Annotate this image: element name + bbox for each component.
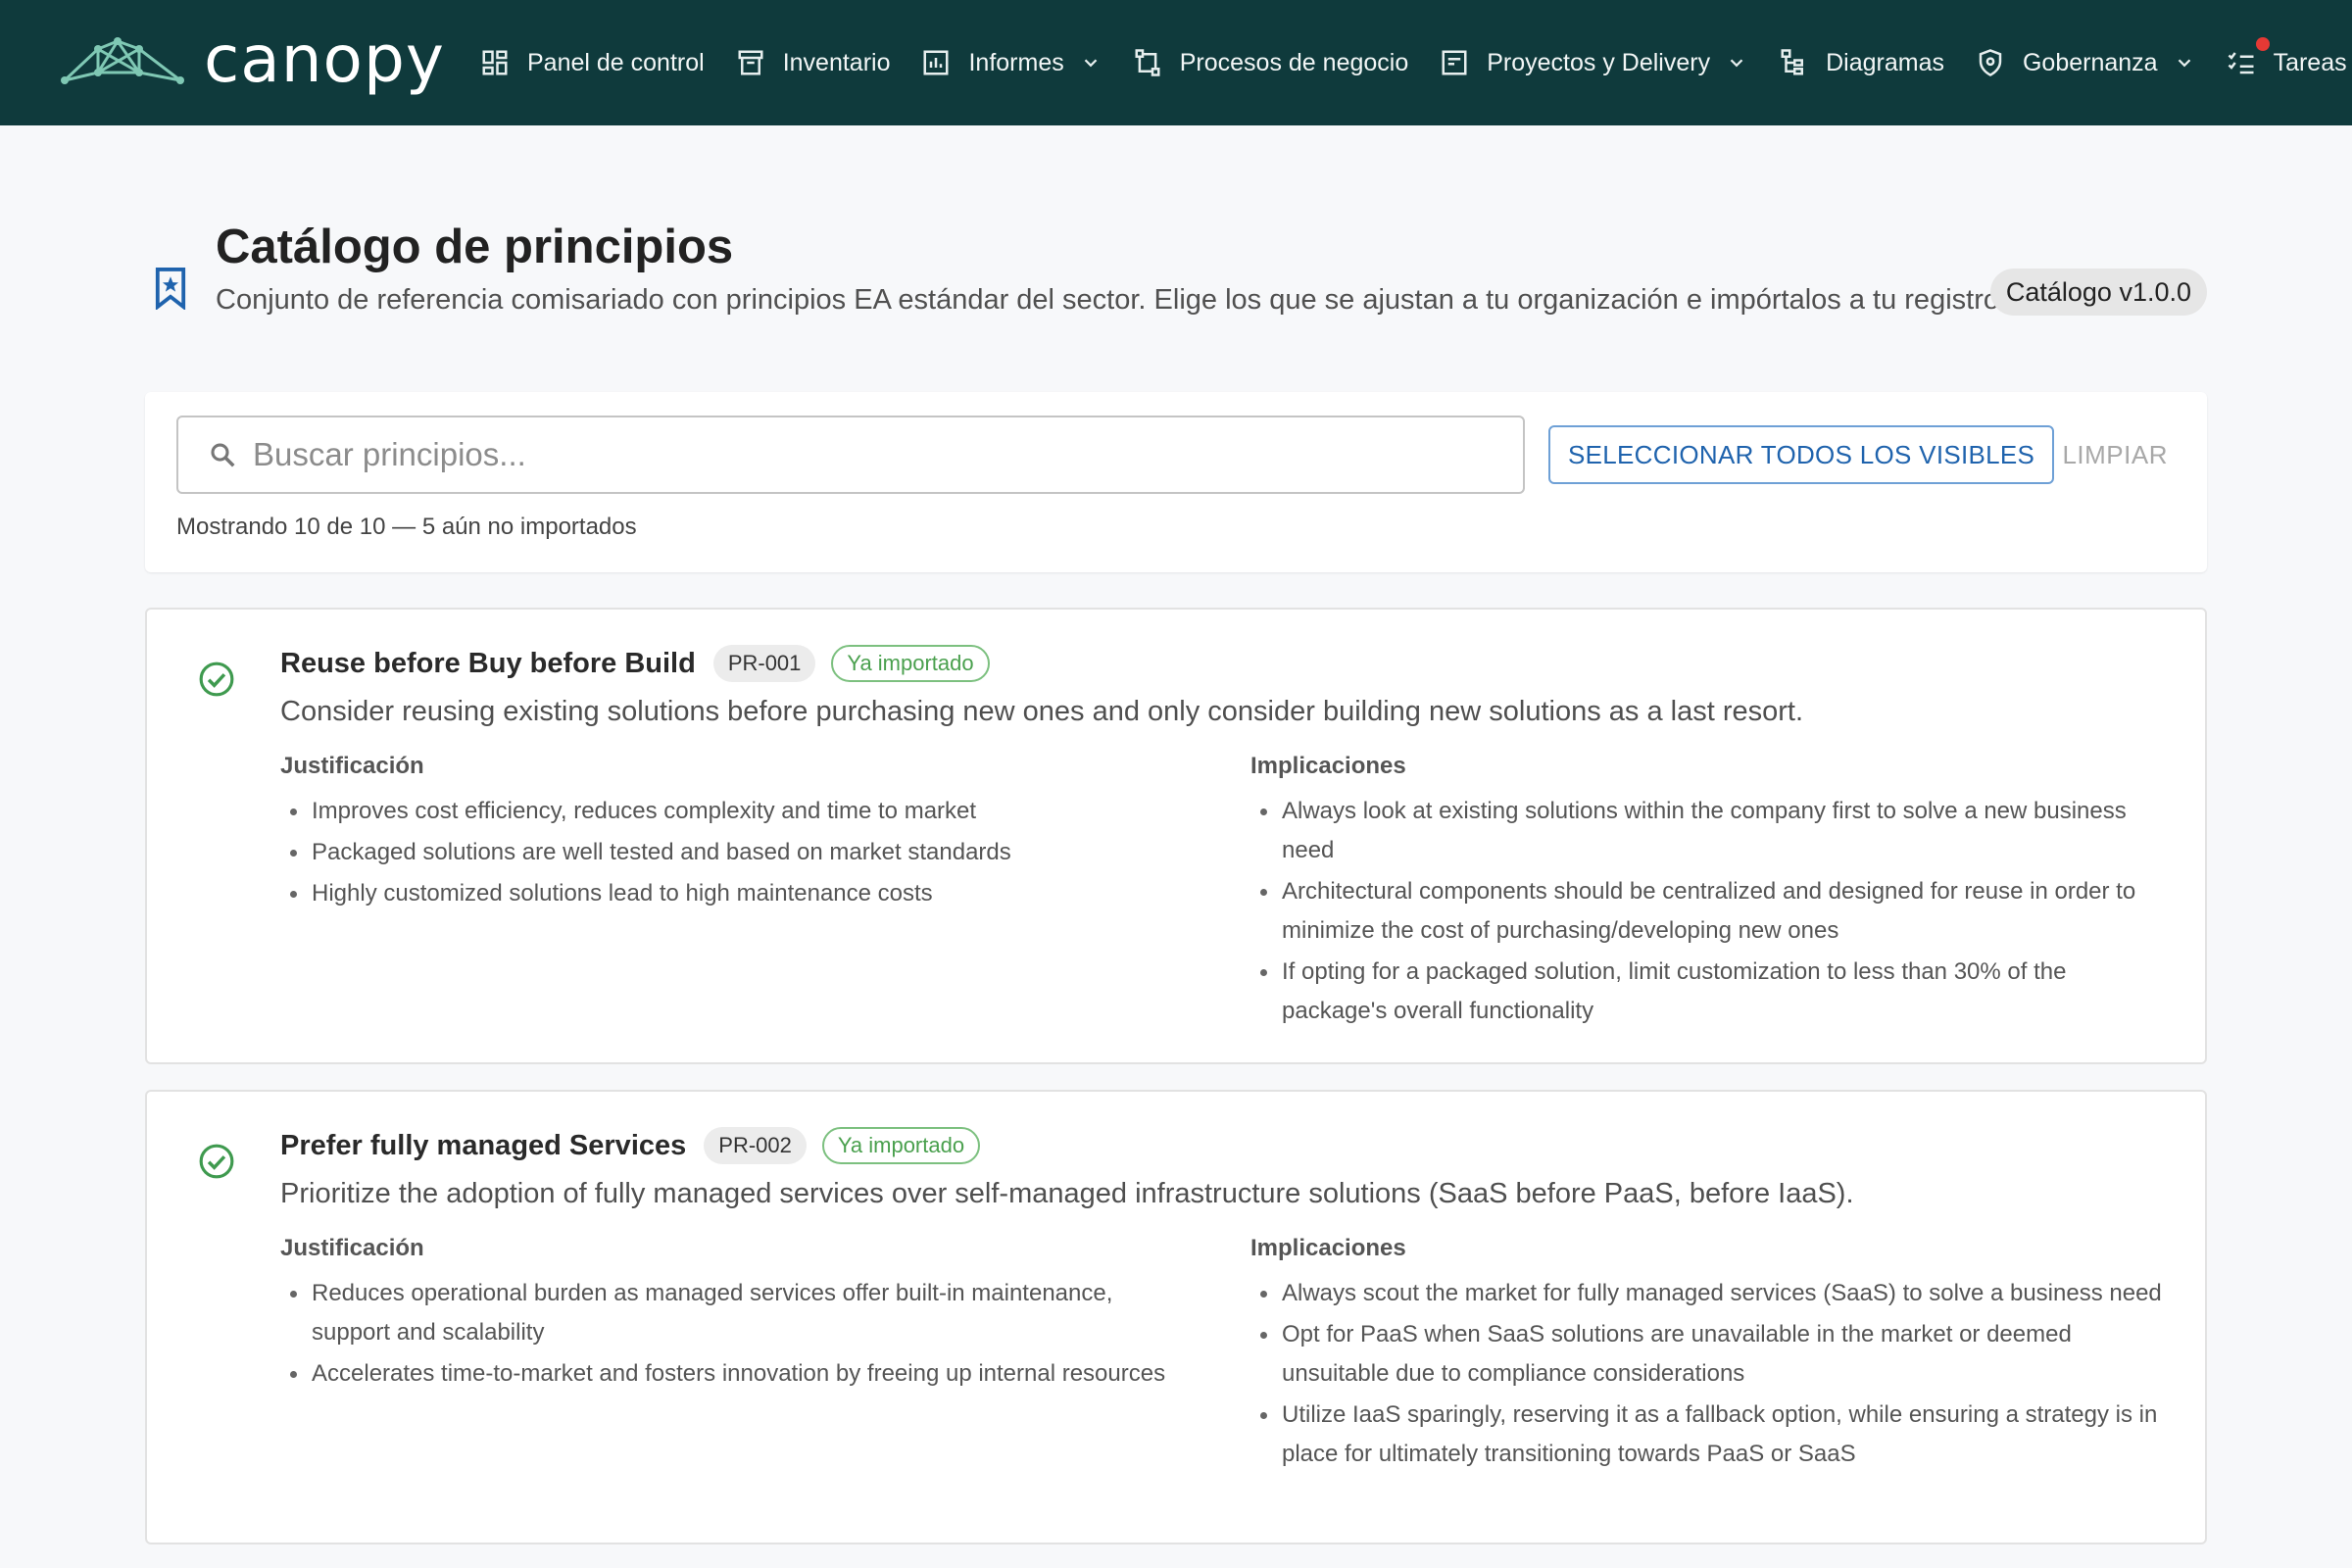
chevron-down-icon xyxy=(2178,59,2190,68)
implications-list: Always look at existing solutions within… xyxy=(1250,792,2172,1031)
principle-card[interactable]: Prefer fully managed Services PR-002 Ya … xyxy=(145,1090,2207,1544)
principle-description: Consider reusing existing solutions befo… xyxy=(280,696,1804,727)
principle-title: Prefer fully managed Services xyxy=(280,1129,687,1161)
bar-chart-icon xyxy=(923,50,949,75)
results-count: Mostrando 10 de 10 — 5 aún no importados xyxy=(176,514,637,540)
implications-list: Always scout the market for fully manage… xyxy=(1250,1274,2172,1474)
main-nav: Panel de control Inventario Informes Pro… xyxy=(480,0,2352,125)
justification-label: Justificación xyxy=(280,1235,424,1261)
justification-section: Justificación Reduces operational burden… xyxy=(280,1235,1192,1396)
canopy-logo-icon xyxy=(61,37,184,84)
nav-item-diagrams[interactable]: Diagramas xyxy=(1779,33,1944,92)
nav-label: Informes xyxy=(968,48,1064,76)
notification-dot xyxy=(2255,37,2270,51)
principle-header: Prefer fully managed Services PR-002 Ya … xyxy=(280,1127,981,1164)
list-item: Accelerates time-to-market and fosters i… xyxy=(280,1354,1192,1394)
search-icon xyxy=(211,443,235,467)
list-item: Always look at existing solutions within… xyxy=(1250,792,2172,870)
logo-text: canopy xyxy=(204,22,445,97)
search-box[interactable] xyxy=(176,416,1525,494)
top-navigation-bar: canopy Panel de control Inventario Infor… xyxy=(0,0,2352,125)
justification-label: Justificación xyxy=(280,753,424,779)
nav-label: Gobernanza xyxy=(2022,48,2158,76)
catalog-version-badge: Catálogo v1.0.0 xyxy=(1989,269,2207,316)
page-subtitle: Conjunto de referencia comisariado con p… xyxy=(216,284,2008,316)
dashboard-icon xyxy=(482,50,508,75)
list-item: Improves cost efficiency, reduces comple… xyxy=(280,792,1192,831)
nav-item-reports[interactable]: Informes xyxy=(921,33,1101,92)
list-item: Highly customized solutions lead to high… xyxy=(280,874,1192,913)
process-icon xyxy=(1135,49,1160,76)
principle-title: Reuse before Buy before Build xyxy=(280,647,696,679)
nav-label: Diagramas xyxy=(1826,48,1944,76)
chevron-down-icon xyxy=(1084,59,1098,68)
clear-button[interactable]: LIMPIAR xyxy=(2062,425,2168,484)
list-item: Architectural components should be centr… xyxy=(1250,872,2172,951)
nav-item-dashboard[interactable]: Panel de control xyxy=(480,33,705,92)
justification-list: Improves cost efficiency, reduces comple… xyxy=(280,792,1192,913)
nav-item-business-processes[interactable]: Procesos de negocio xyxy=(1133,33,1408,92)
nav-item-inventory[interactable]: Inventario xyxy=(736,33,891,92)
implications-section: Implicaciones Always scout the market fo… xyxy=(1250,1235,2172,1476)
nav-item-tasks[interactable]: Tareas xyxy=(2227,33,2347,92)
nav-label: Panel de control xyxy=(527,48,705,76)
principle-header: Reuse before Buy before Build PR-001 Ya … xyxy=(280,645,990,682)
nav-label: Procesos de negocio xyxy=(1179,48,1409,76)
justification-list: Reduces operational burden as managed se… xyxy=(280,1274,1192,1394)
tasks-icon xyxy=(2228,52,2254,74)
check-circle-icon xyxy=(199,1144,234,1179)
archive-icon xyxy=(738,50,763,75)
implications-section: Implicaciones Always look at existing so… xyxy=(1250,753,2172,1033)
principle-description: Prioritize the adoption of fully managed… xyxy=(280,1178,1854,1209)
shield-icon xyxy=(1979,49,2002,76)
project-icon xyxy=(1442,50,1467,75)
imported-status-badge: Ya importado xyxy=(831,645,990,682)
list-item: Always scout the market for fully manage… xyxy=(1250,1274,2172,1313)
principle-code-badge: PR-002 xyxy=(704,1127,807,1164)
nav-item-projects[interactable]: Proyectos y Delivery xyxy=(1440,33,1747,92)
nav-item-governance[interactable]: Gobernanza xyxy=(1976,33,2195,92)
check-circle-icon xyxy=(199,662,234,697)
search-panel: SELECCIONAR TODOS LOS VISIBLES LIMPIAR M… xyxy=(145,392,2207,572)
principle-code-badge: PR-001 xyxy=(712,645,816,682)
implications-label: Implicaciones xyxy=(1250,753,1406,779)
justification-section: Justificación Improves cost efficiency, … xyxy=(280,753,1192,915)
search-input[interactable] xyxy=(253,436,1429,473)
page-title: Catálogo de principios xyxy=(216,220,734,273)
nav-label: Tareas xyxy=(2273,48,2347,76)
nav-label: Inventario xyxy=(782,48,891,76)
nav-label: Proyectos y Delivery xyxy=(1487,48,1711,76)
list-item: Opt for PaaS when SaaS solutions are una… xyxy=(1250,1315,2172,1394)
list-item: If opting for a packaged solution, limit… xyxy=(1250,953,2172,1031)
list-item: Packaged solutions are well tested and b… xyxy=(280,833,1192,872)
list-item: Utilize IaaS sparingly, reserving it as … xyxy=(1250,1396,2172,1474)
canopy-logo[interactable]: canopy xyxy=(59,27,445,98)
chevron-down-icon xyxy=(1730,59,1743,68)
implications-label: Implicaciones xyxy=(1250,1235,1406,1261)
list-item: Reduces operational burden as managed se… xyxy=(280,1274,1192,1352)
diagram-icon xyxy=(1781,49,1804,75)
principle-card[interactable]: Reuse before Buy before Build PR-001 Ya … xyxy=(145,608,2207,1064)
imported-status-badge: Ya importado xyxy=(821,1127,981,1164)
bookmark-star-icon xyxy=(155,268,186,310)
select-all-visible-button[interactable]: SELECCIONAR TODOS LOS VISIBLES xyxy=(1548,425,2055,484)
